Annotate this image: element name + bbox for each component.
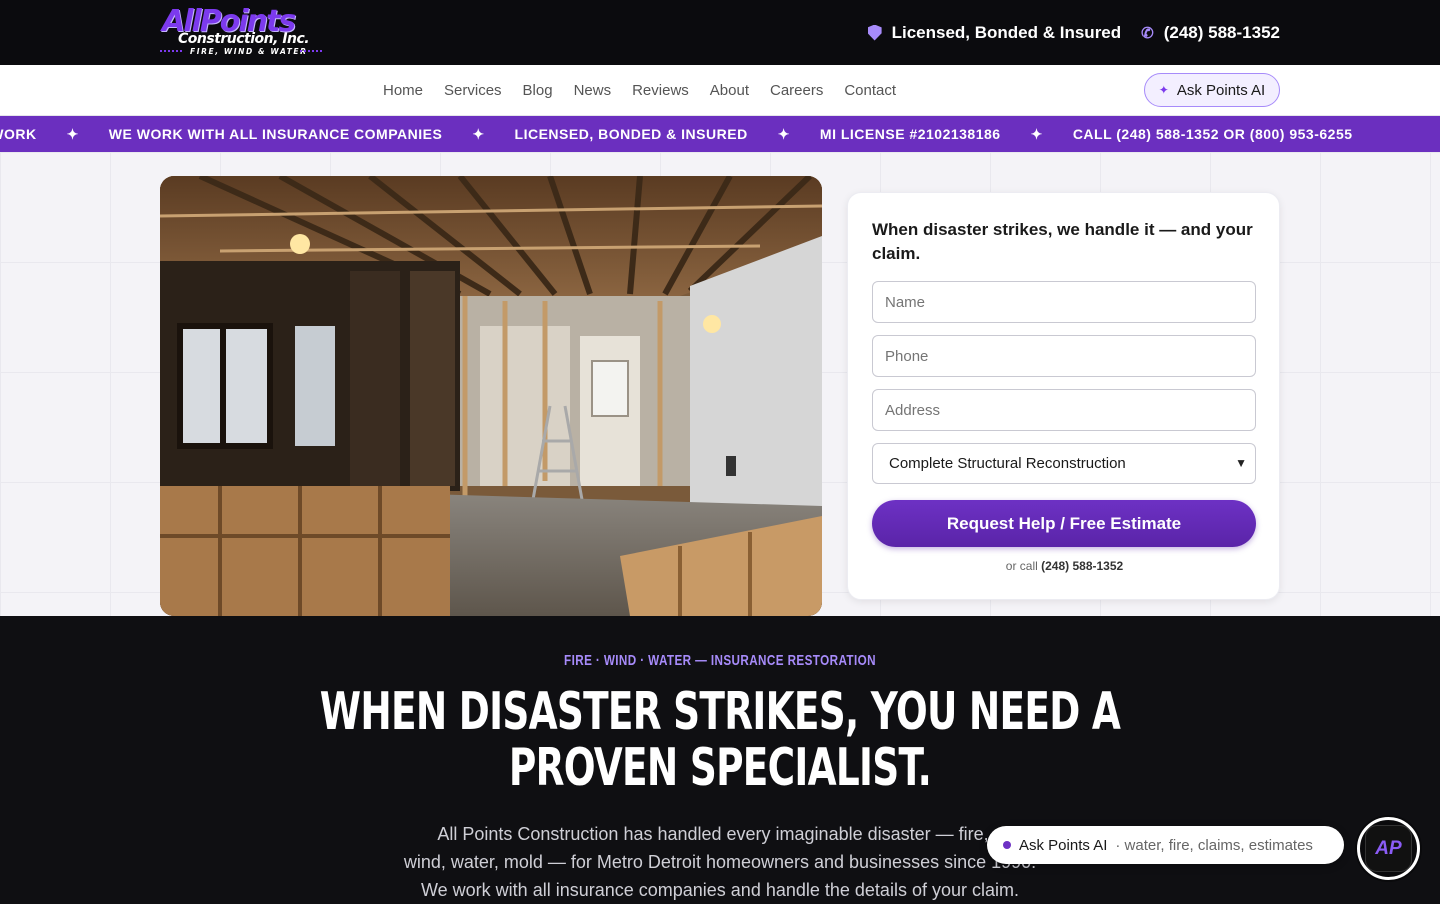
chat-pill-label: Ask Points AI [1019,836,1108,854]
ap-logo-icon: AP [1365,825,1412,872]
main-nav: Home Services Blog News Reviews About Ca… [0,65,1440,116]
chevron-down-icon: ▼ [1235,456,1247,470]
chat-launcher-button[interactable]: AP [1357,817,1420,880]
ticker-item: E WORK [0,126,37,142]
logo-subtitle: Construction, Inc. [178,31,310,47]
form-title: When disaster strikes, we handle it — an… [872,220,1253,263]
nav-about[interactable]: About [710,82,749,99]
fire-damage-interior-image [160,176,822,616]
company-logo[interactable]: AllPoints Construction, Inc. FIRE, WIND … [160,4,325,58]
top-contact: Licensed, Bonded & Insured ✆ (248) 588-1… [867,0,1280,65]
nav-careers[interactable]: Careers [770,82,823,99]
star-icon: ✦ [1030,125,1043,142]
ask-ai-label: Ask Points AI [1176,81,1266,99]
nav-contact[interactable]: Contact [844,82,896,99]
or-call-phone-link[interactable]: (248) 588-1352 [1041,559,1123,573]
star-icon: ✦ [777,125,790,142]
shield-check-icon [867,24,882,41]
ticker-item: CALL (248) 588-1352 OR (800) 953-6255 [1072,126,1353,142]
section-headline: WHEN DISASTER STRIKES, YOU NEED A PROVEN… [319,682,1121,798]
licensed-text: Licensed, Bonded & Insured [891,22,1122,42]
nav-reviews[interactable]: Reviews [632,82,689,99]
or-call-text: or call (248) 588-1352 [1005,559,1124,573]
licensed-badge: Licensed, Bonded & Insured [867,22,1122,43]
section-paragraph: All Points Construction has handled ever… [403,824,1037,900]
ticker-item: WE WORK WITH ALL INSURANCE COMPANIES [108,126,443,142]
phone-field[interactable] [872,335,1256,377]
service-select[interactable]: Complete Structural Reconstruction ▼ [872,443,1256,484]
phone-icon: ✆ [1141,24,1154,42]
request-estimate-button[interactable]: Request Help / Free Estimate [872,500,1256,547]
sparkle-icon: ✦ [1158,83,1169,97]
nav-services[interactable]: Services [444,82,502,99]
ask-ai-chat-pill[interactable]: Ask Points AI · water, fire, claims, est… [987,826,1344,864]
top-phone-number: (248) 588-1352 [1163,22,1280,42]
estimate-form: When disaster strikes, we handle it — an… [847,192,1280,600]
announcement-ticker: E WORK ✦ WE WORK WITH ALL INSURANCE COMP… [0,116,1440,152]
logo-tagline: FIRE, WIND & WATER [190,47,308,56]
nav-blog[interactable]: Blog [523,82,553,99]
section-eyebrow: FIRE · WIND · WATER — INSURANCE RESTORAT… [564,652,876,669]
ticker-item: LICENSED, BONDED & INSURED [514,126,748,142]
service-select-value: Complete Structural Reconstruction [889,455,1126,472]
nav-home[interactable]: Home [383,82,423,99]
name-field[interactable] [872,281,1256,323]
top-phone-link[interactable]: ✆ (248) 588-1352 [1141,23,1280,43]
status-dot-icon [1003,841,1011,849]
nav-news[interactable]: News [574,82,612,99]
fire-damage-photo [160,176,822,616]
hero-section: When disaster strikes, we handle it — an… [0,152,1440,616]
star-icon: ✦ [472,125,485,142]
nav-links: Home Services Blog News Reviews About Ca… [383,65,896,116]
top-bar: AllPoints Construction, Inc. FIRE, WIND … [0,0,1440,65]
ask-ai-button[interactable]: ✦ Ask Points AI [1144,73,1280,107]
star-icon: ✦ [66,125,79,142]
address-field[interactable] [872,389,1256,431]
ticker-item: MI LICENSE #2102138186 [819,126,1001,142]
chat-pill-subtitle: · water, fire, claims, estimates [1115,836,1313,854]
